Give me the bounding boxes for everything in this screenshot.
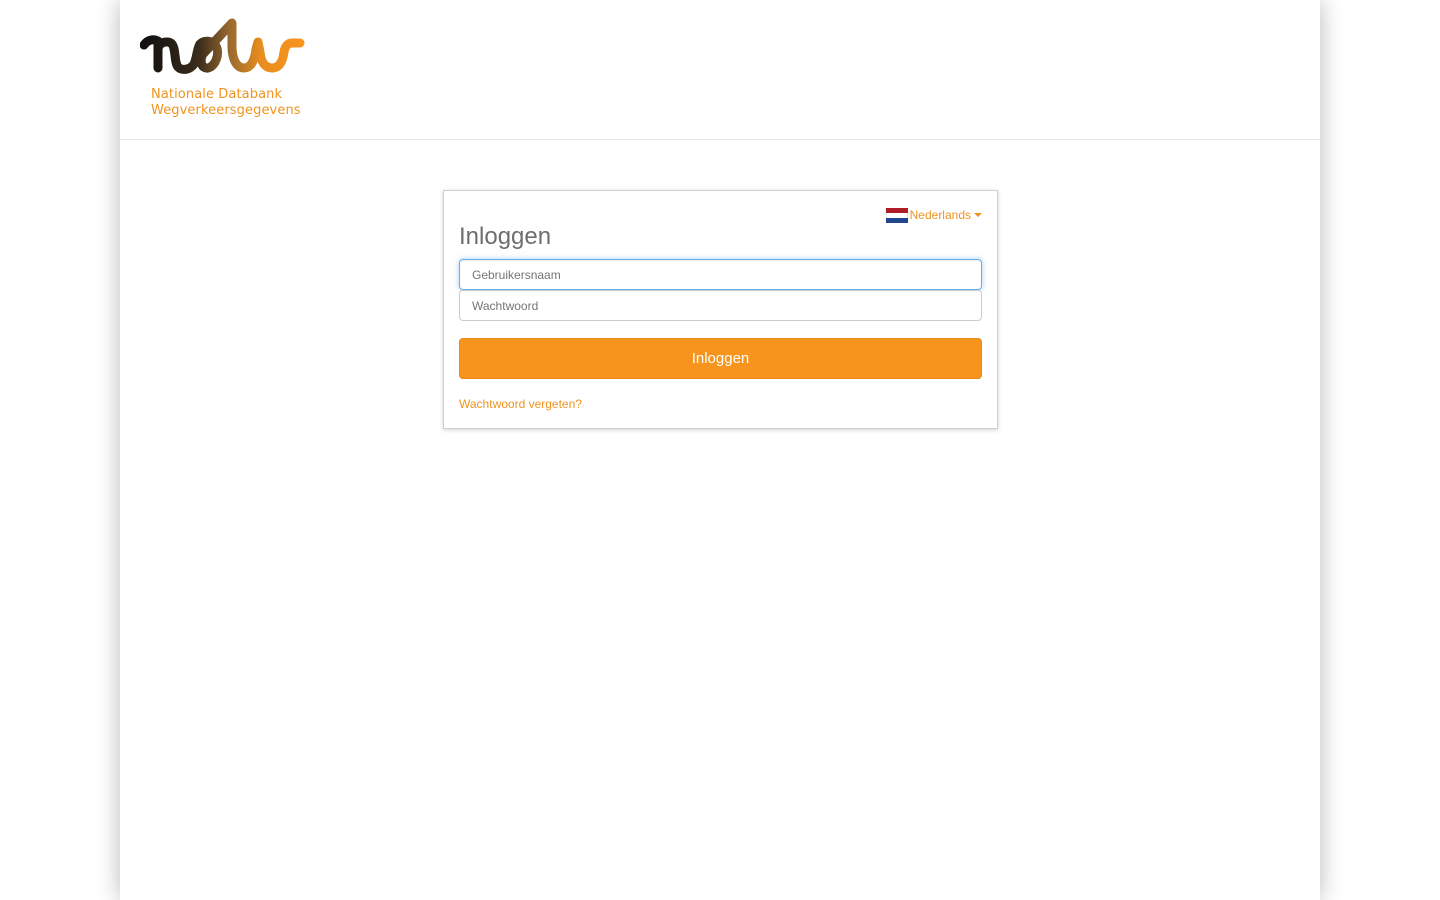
- page: Nationale Databank Wegverkeersgegevens N…: [120, 0, 1320, 900]
- language-label: Nederlands: [909, 208, 971, 222]
- language-dropdown[interactable]: Nederlands: [885, 207, 982, 223]
- ndw-logo[interactable]: Nationale Databank Wegverkeersgegevens: [140, 18, 310, 122]
- login-panel: Nederlands Inloggen Inloggen Wachtwoord …: [443, 190, 998, 429]
- flag-stripe-blue: [885, 217, 908, 223]
- logo-line-2: Wegverkeersgegevens: [151, 103, 301, 118]
- chevron-down-icon: [974, 213, 982, 217]
- password-input[interactable]: [459, 290, 982, 321]
- ndw-logo-mark: [140, 18, 305, 74]
- header: Nationale Databank Wegverkeersgegevens: [120, 0, 1320, 140]
- nl-flag-icon: [885, 207, 908, 223]
- login-title: Inloggen: [459, 223, 552, 250]
- forgot-password-link[interactable]: Wachtwoord vergeten?: [459, 397, 582, 411]
- login-button[interactable]: Inloggen: [459, 338, 982, 379]
- username-input[interactable]: [459, 259, 982, 290]
- logo-line-1: Nationale Databank: [151, 87, 283, 102]
